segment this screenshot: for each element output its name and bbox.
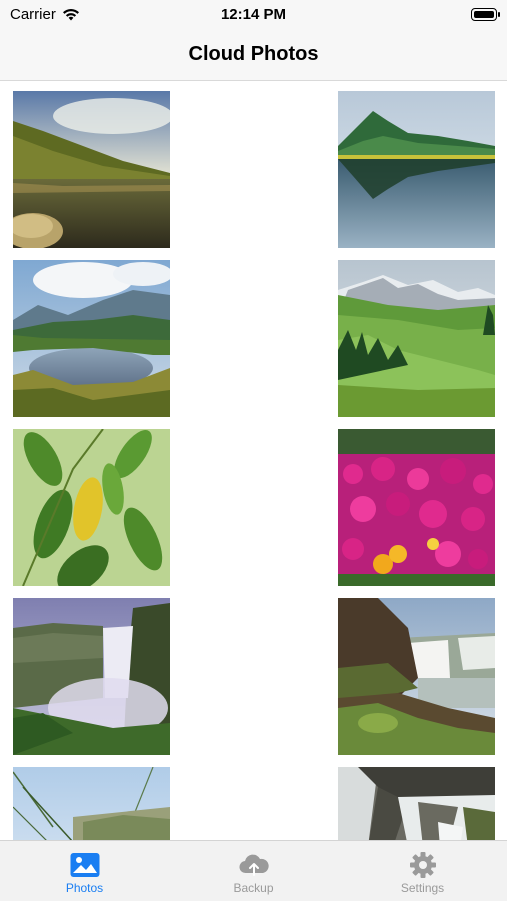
status-bar: Carrier 12:14 PM	[0, 0, 507, 28]
photo-mountain-lake-sunset	[13, 91, 170, 248]
photo-thumbnail[interactable]	[13, 429, 170, 586]
photo-grid[interactable]	[0, 80, 507, 840]
photo-thumbnail[interactable]	[13, 598, 170, 755]
photo-thumbnail[interactable]	[338, 598, 495, 755]
tab-label-settings: Settings	[400, 881, 445, 895]
photo-green-leaves	[13, 429, 170, 586]
carrier-label: Carrier	[10, 5, 56, 23]
photo-green-meadow-peaks	[338, 260, 495, 417]
tab-settings[interactable]: Settings	[338, 841, 507, 901]
tab-label-backup: Backup	[233, 881, 274, 895]
photo-mountain-reflection	[338, 91, 495, 248]
photo-thumbnail[interactable]	[338, 429, 495, 586]
status-right	[471, 7, 507, 21]
photo-pink-flowers	[338, 429, 495, 586]
photo-grass-sky	[13, 767, 170, 840]
photo-cascading-water	[338, 767, 495, 840]
photo-thumbnail[interactable]	[338, 260, 495, 417]
photo-thumbnail[interactable]	[338, 767, 495, 840]
cloud-upload-icon	[238, 854, 269, 876]
tab-photos[interactable]: Photos	[0, 841, 169, 901]
tab-backup[interactable]: Backup	[169, 841, 338, 901]
battery-icon	[471, 7, 500, 21]
page-title: Cloud Photos	[188, 42, 319, 65]
photo-thumbnail[interactable]	[338, 91, 495, 248]
photo-alpine-lake	[13, 260, 170, 417]
photo-waterfall-rocks	[338, 598, 495, 755]
tab-bar: Photos Backup Settings	[0, 840, 507, 901]
photo-thumbnail[interactable]	[13, 91, 170, 248]
gear-icon	[409, 852, 436, 878]
photo-icon	[70, 853, 99, 877]
tab-label-photos: Photos	[65, 881, 104, 895]
photo-thumbnail[interactable]	[13, 767, 170, 840]
photo-misty-waterfall	[13, 598, 170, 755]
photo-thumbnail[interactable]	[13, 260, 170, 417]
wifi-icon	[62, 8, 79, 20]
navigation-bar: Cloud Photos	[0, 28, 507, 81]
status-left: Carrier	[0, 6, 80, 23]
